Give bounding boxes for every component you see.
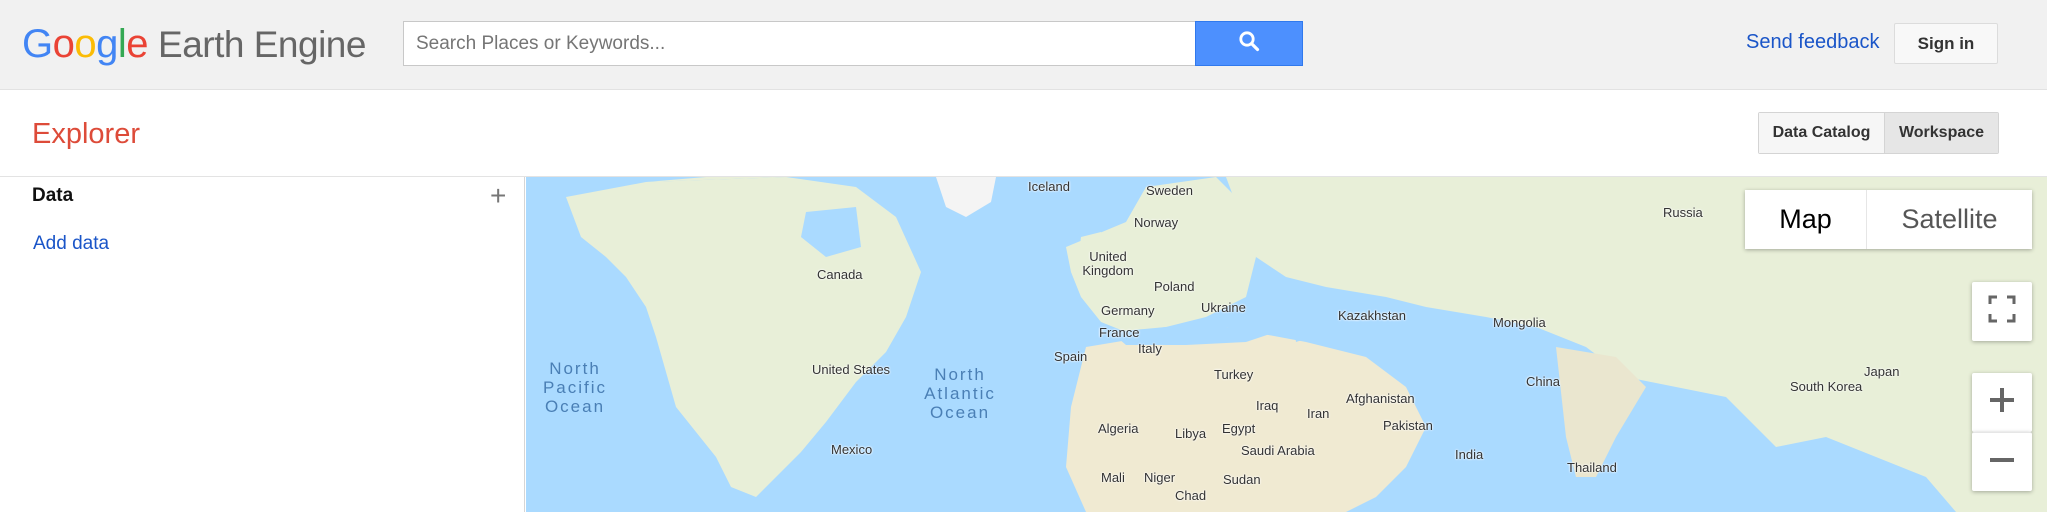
- send-feedback-link[interactable]: Send feedback: [1746, 31, 1879, 54]
- map-label-country: Iraq: [1256, 398, 1279, 413]
- map-label-country: Poland: [1154, 279, 1195, 294]
- map-label-country: South Korea: [1790, 379, 1863, 394]
- map-label-country: Afghanistan: [1346, 391, 1415, 406]
- data-heading: Data: [32, 185, 74, 206]
- map-label-country: Turkey: [1214, 367, 1254, 382]
- product-name: Earth Engine: [158, 24, 366, 65]
- map-label-country: Japan: [1864, 364, 1900, 379]
- map-label-country: Niger: [1144, 470, 1176, 485]
- view-tabs: Data Catalog Workspace: [1758, 112, 1999, 154]
- map-label-country: Mongolia: [1493, 315, 1546, 330]
- map-label-country: Spain: [1054, 349, 1088, 364]
- search-bar: [403, 21, 1303, 66]
- map-label-country: China: [1526, 374, 1560, 389]
- add-icon[interactable]: +: [490, 182, 506, 210]
- add-data-link[interactable]: Add data: [33, 233, 109, 255]
- map-label-country: Pakistan: [1383, 418, 1433, 433]
- map-type-control: Map Satellite: [1745, 190, 2032, 249]
- map-view[interactable]: Iceland Sweden Norway Russia United King…: [526, 177, 2047, 512]
- fullscreen-icon: [1987, 294, 2017, 329]
- map-label-country: Kazakhstan: [1338, 308, 1406, 323]
- map-type-map-button[interactable]: Map: [1745, 190, 1867, 249]
- map-type-satellite-button[interactable]: Satellite: [1867, 190, 2032, 249]
- sidebar: Data + Add data: [0, 177, 525, 512]
- google-earth-engine-logo[interactable]: G o o g l e Earth Engine: [22, 22, 366, 70]
- map-label-country: Russia: [1663, 205, 1703, 220]
- map-label-country: Ukraine: [1201, 300, 1246, 315]
- tab-workspace[interactable]: Workspace: [1885, 113, 1998, 153]
- map-label-country: Mali: [1101, 470, 1125, 485]
- zoom-out-button[interactable]: [1972, 432, 2032, 491]
- map-label-country: Iceland: [1028, 179, 1070, 194]
- logo-letter: o: [52, 22, 75, 66]
- map-label-country: United Kingdom: [1082, 249, 1134, 278]
- zoom-out-icon: [1988, 446, 2016, 479]
- logo-letter: g: [96, 22, 118, 66]
- logo-letter: G: [22, 22, 53, 66]
- map-label-country: France: [1099, 325, 1140, 340]
- map-label-country: Libya: [1175, 426, 1207, 441]
- tab-data-catalog[interactable]: Data Catalog: [1759, 113, 1885, 153]
- map-label-country: Iran: [1307, 406, 1330, 421]
- sign-in-button[interactable]: Sign in: [1894, 23, 1998, 64]
- map-label-country: Saudi Arabia: [1241, 443, 1315, 458]
- map-label-country: Sudan: [1223, 472, 1261, 487]
- logo-letter: o: [74, 22, 97, 66]
- logo-letter: e: [126, 22, 149, 66]
- map-label-country: Sweden: [1146, 183, 1193, 198]
- map-label-country: Canada: [817, 267, 863, 282]
- map-label-ocean: North Atlantic Ocean: [924, 365, 996, 422]
- map-label-country: India: [1455, 447, 1484, 462]
- search-icon: [1238, 30, 1260, 57]
- search-input[interactable]: [403, 21, 1195, 66]
- top-bar: G o o g l e Earth Engine Send feedback S…: [0, 0, 2047, 90]
- map-label-country: Algeria: [1098, 421, 1139, 436]
- map-label-country: Norway: [1134, 215, 1179, 230]
- zoom-in-button[interactable]: [1972, 373, 2032, 432]
- logo-letter: l: [117, 22, 127, 66]
- page-title: Explorer: [32, 118, 140, 150]
- map-label-ocean: North Pacific Ocean: [542, 359, 608, 416]
- map-label-country: Egypt: [1222, 421, 1256, 436]
- map-label-country: Thailand: [1567, 460, 1617, 475]
- fullscreen-button[interactable]: [1972, 282, 2032, 341]
- sub-header: Explorer Data Catalog Workspace: [0, 90, 2047, 177]
- map-label-country: United States: [812, 362, 891, 377]
- search-button[interactable]: [1195, 21, 1303, 66]
- map-label-country: Mexico: [831, 442, 873, 457]
- zoom-in-icon: [1988, 386, 2016, 419]
- map-label-country: Germany: [1101, 303, 1155, 318]
- map-label-country: Chad: [1175, 488, 1207, 503]
- map-label-country: Italy: [1138, 341, 1162, 356]
